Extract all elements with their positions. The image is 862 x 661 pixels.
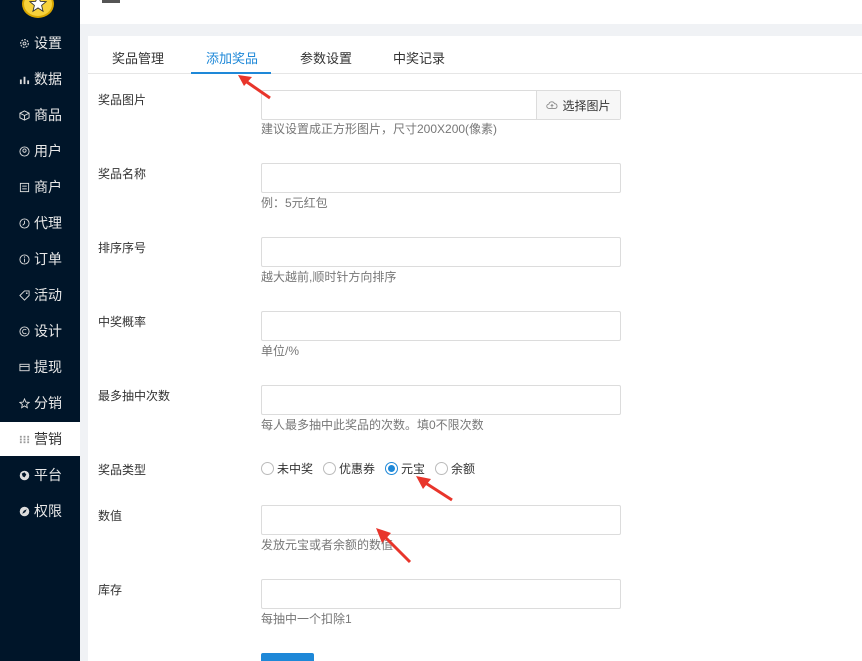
submit-button[interactable] xyxy=(261,653,314,661)
sidebar-item-design[interactable]: 设计 xyxy=(0,314,80,348)
gear-icon xyxy=(18,37,30,49)
top-header xyxy=(80,0,862,24)
stock-help: 每抽中一个扣除1 xyxy=(261,612,352,626)
prize-name-input[interactable] xyxy=(261,163,621,193)
stock-input[interactable] xyxy=(261,579,621,609)
sidebar-item-label: 权限 xyxy=(34,503,62,519)
probability-help: 单位/% xyxy=(261,344,300,358)
sidebar-item-label: 设置 xyxy=(34,35,62,51)
prize-name-help: 例：5元红包 xyxy=(261,196,328,210)
tab-add-prize[interactable]: 添加奖品 xyxy=(206,48,258,67)
sidebar-item-permissions[interactable]: 权限 xyxy=(0,494,80,528)
prize-image-input[interactable] xyxy=(262,91,536,119)
radio-circle xyxy=(385,461,399,475)
radio-label: 未中奖 xyxy=(277,461,314,476)
radio-label: 优惠券 xyxy=(339,461,376,476)
cloud-upload-icon xyxy=(546,101,558,109)
sort-order-help: 越大越前,顺时针方向排序 xyxy=(261,270,397,284)
sidebar-item-label: 订单 xyxy=(34,251,62,267)
value-input[interactable] xyxy=(261,505,621,535)
sidebar-item-settings[interactable]: 设置 xyxy=(0,26,80,60)
prize-type-label: 奖品类型 xyxy=(98,463,147,477)
sidebar-item-platform[interactable]: 平台 xyxy=(0,458,80,492)
radio-coupon[interactable]: 优惠券 xyxy=(323,460,375,477)
probability-label: 中奖概率 xyxy=(98,315,147,329)
select-image-label: 选择图片 xyxy=(562,98,611,113)
max-wins-label: 最多抽中次数 xyxy=(98,389,171,403)
value-label: 数值 xyxy=(98,509,123,523)
sidebar-item-label: 用户 xyxy=(34,143,62,159)
sidebar-item-data[interactable]: 数据 xyxy=(0,62,80,96)
radio-circle xyxy=(435,461,449,475)
radio-no-prize[interactable]: 未中奖 xyxy=(261,460,313,477)
tab-parameter-settings[interactable]: 参数设置 xyxy=(300,48,352,67)
radio-yuanbao[interactable]: 元宝 xyxy=(385,460,425,477)
info-icon xyxy=(18,253,30,265)
radio-balance[interactable]: 余额 xyxy=(435,460,475,477)
prize-image-label: 奖品图片 xyxy=(98,93,147,107)
prize-type-radio-group: 未中奖 优惠券 元宝 余额 xyxy=(261,460,485,476)
sidebar-item-activities[interactable]: 活动 xyxy=(0,278,80,312)
sidebar-item-label: 平台 xyxy=(34,467,62,483)
sidebar-item-label: 营销 xyxy=(34,431,62,447)
tag-icon xyxy=(18,289,30,301)
sidebar-item-distribution[interactable]: 分销 xyxy=(0,386,80,420)
radio-circle xyxy=(323,461,337,475)
sidebar-item-users[interactable]: 用户 xyxy=(0,134,80,168)
max-wins-input[interactable] xyxy=(261,385,621,415)
card-icon xyxy=(18,361,30,373)
sort-order-input[interactable] xyxy=(261,237,621,267)
sidebar-item-products[interactable]: 商品 xyxy=(0,98,80,132)
clock-icon xyxy=(18,217,30,229)
stock-label: 库存 xyxy=(98,583,123,597)
star-icon xyxy=(18,397,30,409)
menu-toggle-icon[interactable] xyxy=(102,0,120,3)
logo-star-icon xyxy=(22,0,54,18)
sidebar-item-label: 活动 xyxy=(34,287,62,303)
sort-order-label: 排序序号 xyxy=(98,241,147,255)
radio-label: 元宝 xyxy=(401,461,426,476)
radio-label: 余额 xyxy=(451,461,476,476)
sidebar-item-marketing[interactable]: 营销 xyxy=(0,422,80,456)
store-icon xyxy=(18,181,30,193)
select-image-button[interactable]: 选择图片 xyxy=(536,91,620,119)
prize-name-label: 奖品名称 xyxy=(98,167,147,181)
sidebar: 设置 数据 商品 用户 商户 代理 订单 活动 设计 提现 分销 营销 平台 权… xyxy=(0,0,80,661)
sidebar-item-agents[interactable]: 代理 xyxy=(0,206,80,240)
prize-image-help: 建议设置成正方形图片，尺寸200X200(像素) xyxy=(261,122,498,136)
sidebar-item-label: 分销 xyxy=(34,395,62,411)
sidebar-item-label: 数据 xyxy=(34,71,62,87)
box-icon xyxy=(18,109,30,121)
radio-circle xyxy=(261,461,274,475)
user-icon xyxy=(18,145,30,157)
tab-winning-records[interactable]: 中奖记录 xyxy=(393,48,445,67)
sidebar-item-withdraw[interactable]: 提现 xyxy=(0,350,80,384)
sidebar-item-merchants[interactable]: 商户 xyxy=(0,170,80,204)
sidebar-item-label: 设计 xyxy=(34,323,62,339)
copyright-icon xyxy=(18,325,30,337)
tab-bar: 奖品管理 添加奖品 参数设置 中奖记录 xyxy=(88,36,862,74)
value-help: 发放元宝或者余额的数值 xyxy=(261,538,394,552)
bar-chart-icon xyxy=(18,73,30,85)
compass-icon xyxy=(18,505,30,517)
main-card: 奖品管理 添加奖品 参数设置 中奖记录 奖品图片 选择图片 建议设置成正方形图片… xyxy=(88,36,862,661)
sidebar-item-orders[interactable]: 订单 xyxy=(0,242,80,276)
probability-input[interactable] xyxy=(261,311,621,341)
globe-icon xyxy=(18,469,30,481)
tab-prize-management[interactable]: 奖品管理 xyxy=(112,48,164,67)
max-wins-help: 每人最多抽中此奖品的次数。填0不限次数 xyxy=(261,418,484,432)
sidebar-item-label: 商品 xyxy=(34,107,62,123)
sidebar-item-label: 提现 xyxy=(34,359,62,375)
active-tab-indicator xyxy=(191,72,271,74)
sidebar-item-label: 商户 xyxy=(34,179,62,195)
prize-image-field: 选择图片 xyxy=(261,90,621,120)
grid-icon xyxy=(18,433,30,445)
sidebar-item-label: 代理 xyxy=(34,215,62,231)
